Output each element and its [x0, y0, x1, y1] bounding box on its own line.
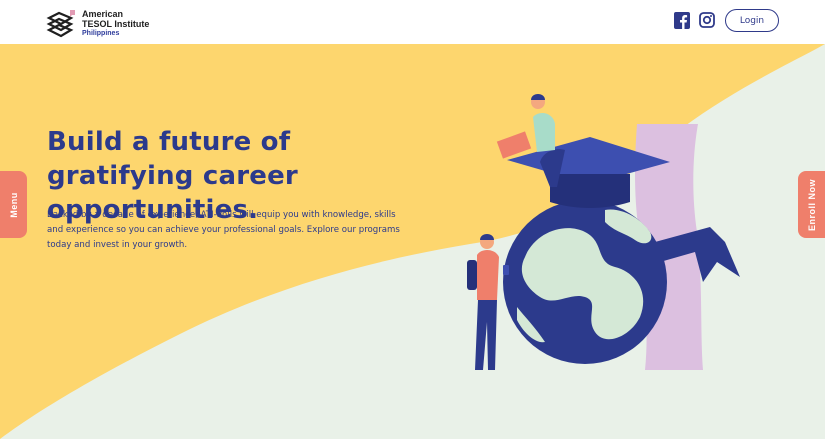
- student-sitting-hair: [531, 94, 545, 100]
- login-button[interactable]: Login: [725, 9, 779, 32]
- logo-line-philippines: Philippines: [82, 30, 120, 37]
- hero-section: Build a future of gratifying career oppo…: [0, 44, 825, 439]
- hero-description: Backed by a decade of experience, ATI-Ph…: [47, 210, 400, 250]
- student-sitting-laptop: [496, 131, 532, 159]
- instagram-icon[interactable]: [699, 12, 715, 28]
- logo-text: American TESOL Institute Philippines: [82, 9, 149, 39]
- logo-line-tesol: TESOL Institute: [82, 19, 150, 29]
- facebook-icon[interactable]: [674, 12, 690, 29]
- student-standing-hair: [480, 234, 494, 240]
- menu-tab-label: Menu: [8, 191, 19, 218]
- logo-mark-icon: [46, 10, 75, 38]
- ati-logo[interactable]: American TESOL Institute Philippines: [46, 6, 156, 40]
- student-standing-torso: [477, 249, 499, 300]
- student-standing-legs: [475, 300, 497, 370]
- student-sitting-torso: [533, 112, 555, 152]
- cap-base: [550, 174, 630, 208]
- enroll-now-tab[interactable]: Enroll Now: [798, 171, 825, 238]
- student-standing-phone: [503, 265, 509, 275]
- student-standing-backpack: [467, 260, 477, 290]
- site-header: American TESOL Institute Philippines Log…: [0, 0, 825, 44]
- menu-tab[interactable]: Menu: [0, 171, 27, 238]
- logo-line-american: American: [82, 9, 124, 19]
- enroll-now-label: Enroll Now: [806, 178, 817, 231]
- hero-illustration: [467, 94, 740, 370]
